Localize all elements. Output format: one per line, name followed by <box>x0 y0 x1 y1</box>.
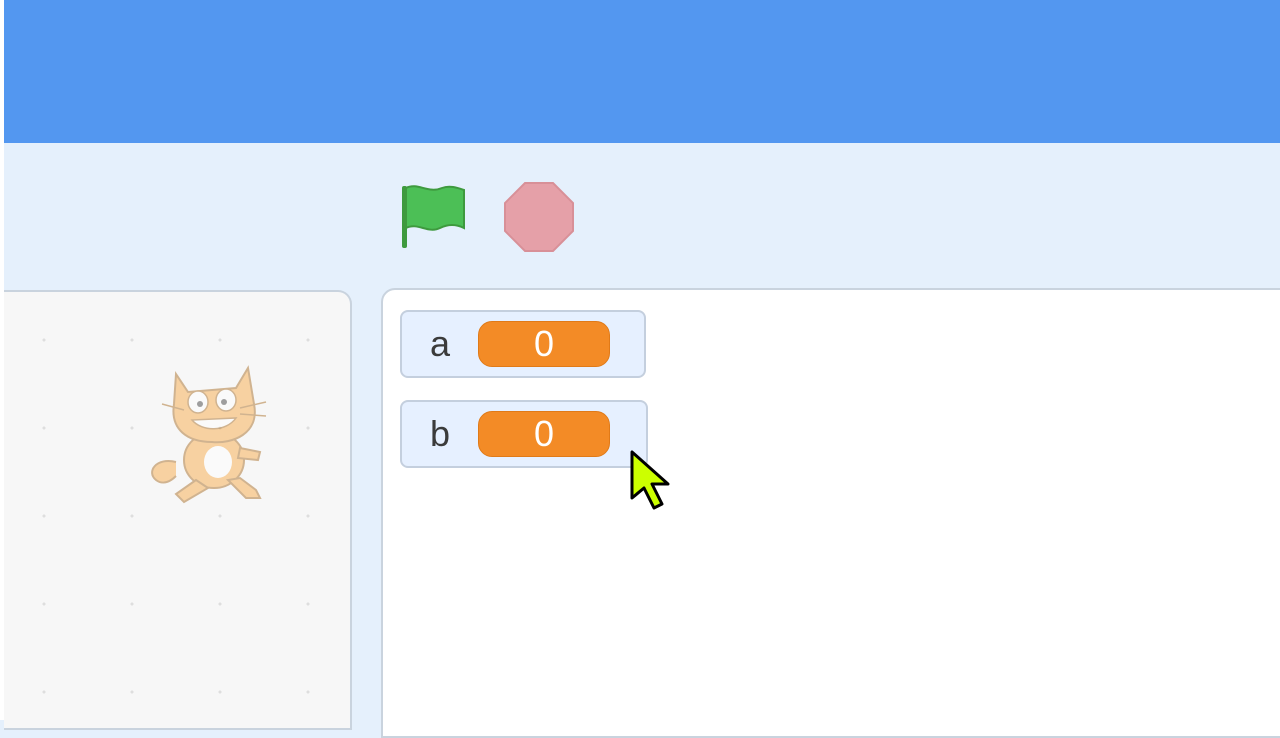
green-flag-icon[interactable] <box>398 180 470 252</box>
variable-monitor-b[interactable]: b 0 <box>400 400 648 468</box>
variable-name: a <box>429 323 451 364</box>
sprite-pane <box>4 290 352 730</box>
stage-controls-bar <box>4 143 1280 290</box>
variable-name: b <box>429 413 451 454</box>
menu-bar <box>0 0 1280 143</box>
variable-value: 0 <box>478 411 610 457</box>
variable-monitor-a[interactable]: a 0 <box>400 310 646 378</box>
cat-sprite-icon[interactable] <box>136 352 296 512</box>
stop-sign-icon[interactable] <box>503 181 575 253</box>
variable-value: 0 <box>478 321 610 367</box>
